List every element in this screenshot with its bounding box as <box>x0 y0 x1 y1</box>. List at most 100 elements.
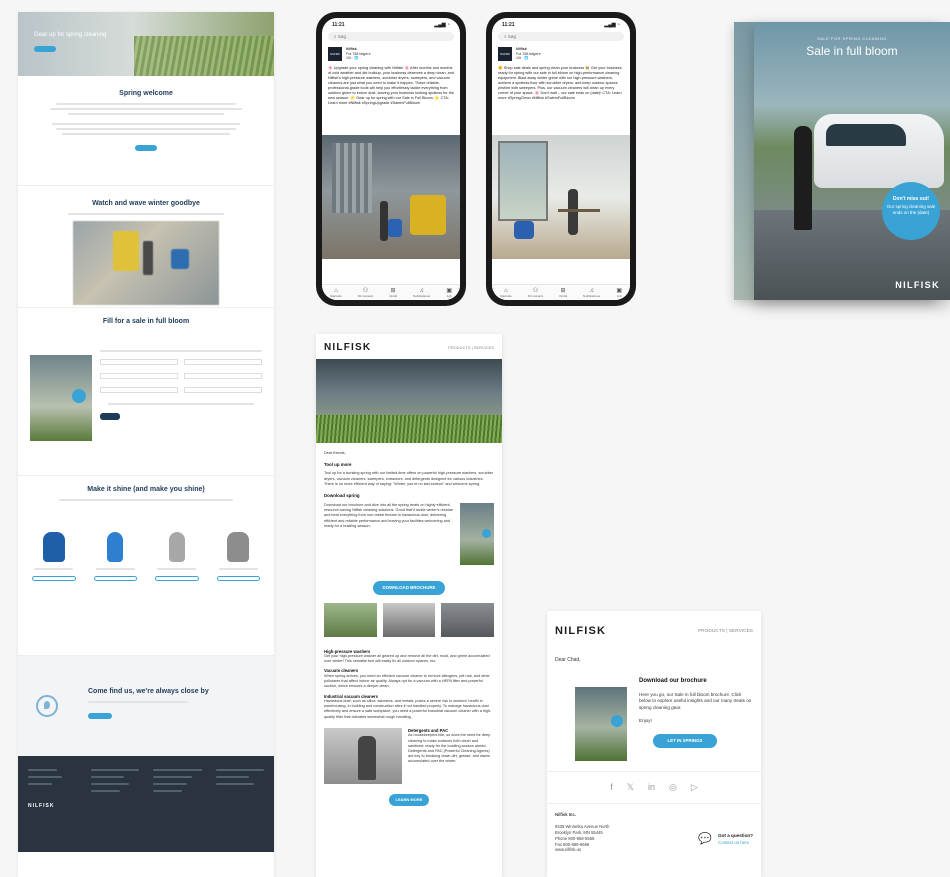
company-name: Nilfisk Inc. <box>555 812 576 817</box>
thumbnail-image[interactable] <box>382 602 436 637</box>
email-heading: Download spring <box>324 493 360 499</box>
product-thumbnails <box>316 602 502 637</box>
status-time: 11:21 <box>502 22 515 28</box>
company-address: Nilfisk Inc. 9435 Winnetka Avenue North … <box>555 812 698 853</box>
download-brochure-button[interactable]: DOWNLOAD BROCHURE <box>373 580 445 595</box>
youtube-icon[interactable]: ▷ <box>691 782 698 793</box>
bottom-nav: ⌂ Startside ⚇ Dit netværk ⊞ Opslå ♫ Notifika… <box>492 284 630 300</box>
brochure-thumbnail <box>460 502 494 565</box>
email-paragraph: Here you go, our Sale in full bloom broc… <box>639 691 752 710</box>
nav-home[interactable]: ⌂ Startside <box>330 288 342 298</box>
nav-jobs[interactable]: ▣ Job <box>616 288 622 298</box>
product-card[interactable] <box>211 510 267 581</box>
landing-video[interactable] <box>73 221 219 305</box>
nav-network[interactable]: ⚇ Dit netværk <box>358 288 373 298</box>
nav-network[interactable]: ⚇ Dit netværk <box>528 288 543 298</box>
form-submit-button[interactable] <box>100 413 120 420</box>
product-card[interactable] <box>149 510 205 581</box>
nav-post[interactable]: ⊞ Opslå <box>389 288 397 298</box>
person-illustration <box>794 126 812 230</box>
print-brochure: SALE FOR SPRING CLEANING Sale in full bl… <box>734 22 950 300</box>
form-field[interactable] <box>184 359 262 365</box>
email-heading: Download our brochure <box>639 678 707 684</box>
thumbnail-image[interactable] <box>441 602 495 637</box>
post-image[interactable] <box>322 135 460 260</box>
footer-logo: NILFISK <box>28 803 55 809</box>
product-card[interactable] <box>26 510 82 581</box>
instagram-icon[interactable]: ◎ <box>669 782 677 793</box>
landing-form-section: Fill for a sale in full bloom <box>18 308 274 476</box>
form-field[interactable] <box>184 387 262 393</box>
contact-link[interactable]: Contact us here <box>718 840 753 846</box>
email-heading: Tool up more <box>324 462 352 468</box>
badge-text: Our spring cleaning sale ends on the (da… <box>886 204 936 215</box>
brochure-kicker: SALE FOR SPRING CLEANING <box>817 36 887 41</box>
email-paragraph: As housekeepers like, so does the need f… <box>408 733 491 763</box>
social-links: f 𝕏 in ◎ ▷ <box>547 771 761 804</box>
nav-post[interactable]: ⊞ Opslå <box>559 288 567 298</box>
linkedin-icon[interactable]: in <box>648 782 655 793</box>
landing-section-title: Make it shine (and make you shine) <box>87 486 205 493</box>
brochure-thumbnail <box>575 687 627 761</box>
let-in-springs-button[interactable]: LET IN SPRINGS <box>653 734 717 749</box>
company-logo[interactable]: NILFISK <box>328 47 342 61</box>
bottom-nav: ⌂ Startside ⚇ Dit netværk ⊞ Opslå ♫ Notifika… <box>322 284 460 300</box>
email-nav[interactable]: PRODUCTS | SERVICES <box>448 345 494 350</box>
landing-hero-button[interactable] <box>34 46 56 52</box>
thumbnail-image[interactable] <box>324 602 377 637</box>
landing-page-preview: Gear up for spring cleaning Spring welco… <box>18 12 274 877</box>
landing-video-section: Watch and wave winter goodbye <box>18 186 274 308</box>
website-link[interactable]: www.nilfisk.us <box>555 847 698 853</box>
company-logo[interactable]: NILFISK <box>498 47 512 61</box>
landing-section-title: Watch and wave winter goodbye <box>92 200 200 207</box>
badge-title: Don't miss out! <box>892 196 930 202</box>
search-input[interactable]: ⌕ Søg <box>498 32 624 41</box>
email-greeting: Dear friends, <box>324 451 346 455</box>
email-logo[interactable]: NILFISK <box>555 625 606 637</box>
form-field[interactable] <box>184 373 262 379</box>
nav-notifications[interactable]: ♫ Notifikationer <box>413 288 431 298</box>
email-paragraph: Hazardous dust, such as silica, asbestos… <box>324 699 492 719</box>
nav-notifications[interactable]: ♫ Notifikationer <box>583 288 601 298</box>
email-nav[interactable]: PRODUCTS | SERVICES <box>698 629 753 634</box>
nav-home[interactable]: ⌂ Startside <box>500 288 512 298</box>
nav-jobs[interactable]: ▣ Job <box>446 288 452 298</box>
x-icon[interactable]: 𝕏 <box>627 782 634 793</box>
email-newsletter: NILFISK PRODUCTS | SERVICES Dear friends… <box>316 334 502 877</box>
email-paragraph: Get your high-pressure washer all geared… <box>324 654 490 664</box>
landing-hero-title: Gear up for spring cleaning <box>34 32 107 38</box>
landing-contact-section: Come find us, we're always close by <box>18 656 274 756</box>
location-pin-icon <box>36 695 58 717</box>
landing-footer: NILFISK <box>18 756 274 852</box>
brochure-title: Sale in full bloom <box>806 44 898 58</box>
phone-mockup-1: 11:21 ▂▄▆ ◔ ⌕ Søg NILFISK Nilfisk Fra 788 … <box>316 12 466 306</box>
landing-section-title: Come find us, we're always close by <box>88 688 209 695</box>
brochure-cover: SALE FOR SPRING CLEANING Sale in full bl… <box>754 22 950 300</box>
post-image[interactable] <box>492 135 630 260</box>
find-dealer-button[interactable] <box>88 713 112 719</box>
learn-more-button[interactable]: LEARN MORE <box>389 793 429 806</box>
post-age: 10t · 🌐 <box>346 56 359 61</box>
landing-section-title: Spring welcome <box>119 90 173 97</box>
email-signoff: Enjoy! <box>639 717 652 723</box>
detergent-image <box>324 727 402 784</box>
search-input[interactable]: ⌕ Søg <box>328 32 454 41</box>
form-field[interactable] <box>100 359 178 365</box>
brochure-logo: NILFISK <box>895 280 940 290</box>
search-placeholder: Søg <box>337 34 347 39</box>
email-brochure: NILFISK PRODUCTS | SERVICES Dear Chad, D… <box>547 611 761 877</box>
form-field[interactable] <box>100 387 178 393</box>
email-greeting: Dear Chad, <box>555 657 581 663</box>
form-field[interactable] <box>100 373 178 379</box>
brochure-thumbnail <box>30 355 92 441</box>
landing-welcome-button[interactable] <box>135 145 157 151</box>
landing-hero: Gear up for spring cleaning <box>18 12 274 76</box>
email-logo[interactable]: NILFISK <box>324 342 371 353</box>
product-card[interactable] <box>88 510 144 581</box>
facebook-icon[interactable]: f <box>610 782 613 793</box>
signup-form <box>100 341 262 441</box>
signal-icon: ▂▄▆ ◔ <box>604 22 620 28</box>
contact-block[interactable]: 💬 Got a question? Contact us here <box>698 812 753 853</box>
email-hero-image <box>316 359 502 443</box>
promo-badge: Don't miss out! Our spring cleaning sale… <box>882 182 940 240</box>
